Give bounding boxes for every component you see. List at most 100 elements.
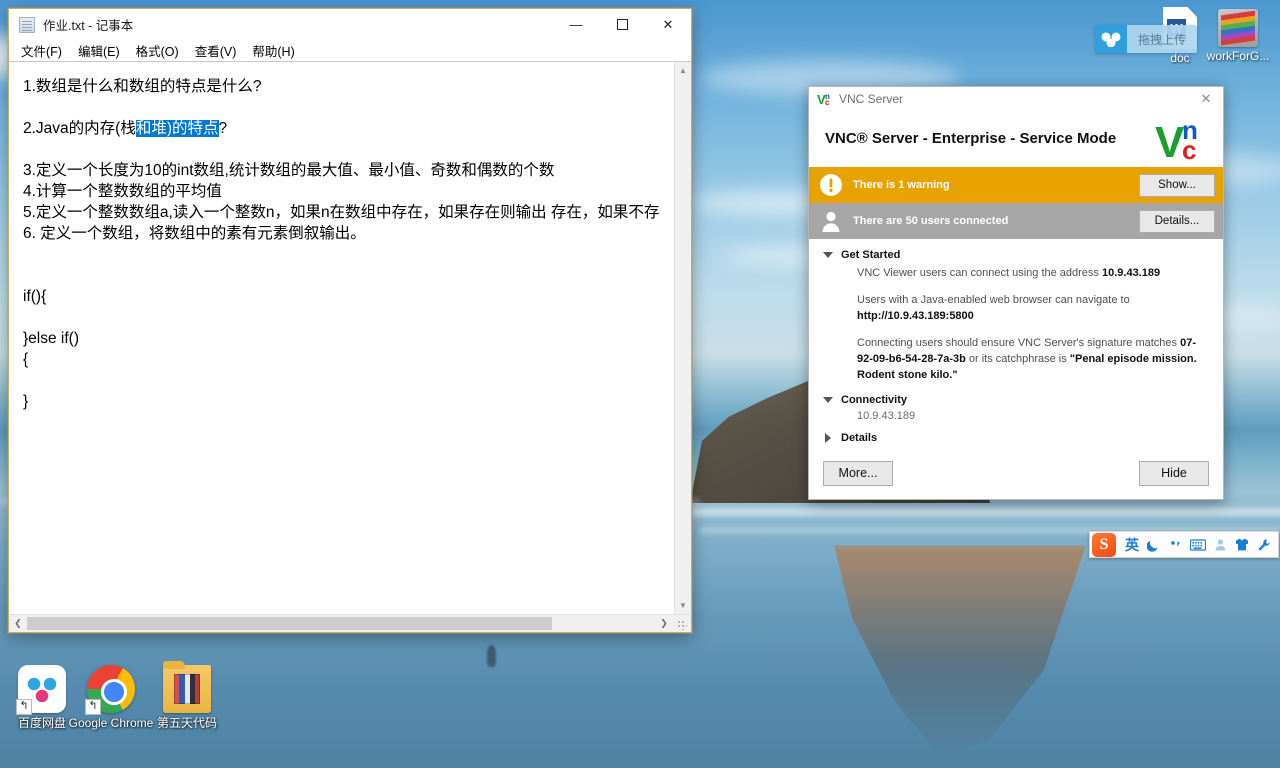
- line-bold: http://10.9.43.189:5800: [857, 310, 974, 322]
- svg-text:c: c: [825, 98, 830, 106]
- text-line: }else if(): [23, 330, 79, 347]
- scroll-right-icon[interactable]: ❯: [655, 615, 673, 632]
- notepad-text-area[interactable]: 1.数组是什么和数组的特点是什么? 2.Java的内存(栈和堆)的特点? 3.定…: [9, 62, 674, 614]
- vnc-section-get-started[interactable]: Get Started: [823, 249, 1209, 261]
- resize-grip[interactable]: [673, 615, 691, 632]
- scroll-left-icon[interactable]: ❮: [9, 615, 27, 632]
- vnc-connectivity-address: 10.9.43.189: [857, 410, 916, 422]
- section-label: Details: [841, 432, 878, 444]
- user-icon[interactable]: [1209, 533, 1231, 557]
- language-mode-icon[interactable]: 英: [1121, 533, 1143, 557]
- vnc-section-connectivity[interactable]: Connectivity: [823, 394, 1209, 406]
- vnc-browser-line: Users with a Java-enabled web browser ca…: [857, 292, 1209, 324]
- baidu-netdisk-icon: ↰: [16, 665, 66, 715]
- upload-widget-label: 拖拽上传: [1138, 32, 1187, 47]
- vnc-address-line: VNC Viewer users can connect using the a…: [857, 265, 1209, 281]
- maximize-button[interactable]: [599, 9, 645, 40]
- vnc-header-title: VNC® Server - Enterprise - Service Mode: [825, 130, 1117, 147]
- toolbox-icon[interactable]: [1253, 533, 1275, 557]
- surf-foam-decoration: [690, 508, 1280, 516]
- folder-icon: [163, 661, 211, 713]
- vnc-section-details[interactable]: Details: [823, 432, 1209, 444]
- svg-text:V: V: [1155, 118, 1185, 161]
- vnc-logo-large-icon: V n c: [1155, 115, 1211, 167]
- desktop-icon-google-chrome[interactable]: ↰ Google Chrome: [68, 665, 154, 730]
- vnc-header: VNC® Server - Enterprise - Service Mode …: [809, 110, 1223, 167]
- google-chrome-icon: ↰: [85, 665, 135, 715]
- vnc-users-bar: There are 50 users connected Details...: [809, 203, 1223, 239]
- desktop-icon-label: 第五天代码: [156, 716, 217, 730]
- vnc-title-bar[interactable]: V n c VNC Server ✕: [809, 87, 1223, 110]
- section-label: Get Started: [841, 249, 901, 261]
- menu-view[interactable]: 查看(V): [195, 40, 245, 61]
- minimize-button[interactable]: —: [553, 9, 599, 40]
- shortcut-arrow-icon: ↰: [16, 699, 32, 715]
- vnc-warning-text: There is 1 warning: [853, 179, 950, 191]
- vertical-scrollbar[interactable]: ▲ ▼: [674, 62, 691, 614]
- sogou-logo-icon[interactable]: S: [1092, 532, 1116, 557]
- menu-file[interactable]: 文件(F): [21, 40, 70, 61]
- hscroll-thumb[interactable]: [27, 617, 552, 630]
- section-label: Connectivity: [841, 394, 908, 406]
- desktop-icon-label: doc: [1170, 51, 1190, 65]
- text-line: 5.定义一个整数数组a,读入一个整数n，如果n在数组中存在，如果存在则输出 存在…: [23, 204, 660, 221]
- desktop[interactable]: doc workForG... 拖拽上传 ↰ 百度网盘 ↰ Google Chr…: [0, 0, 1280, 768]
- desktop-icon-label: Google Chrome: [68, 716, 154, 730]
- vnc-signature-line: Connecting users should ensure VNC Serve…: [857, 335, 1209, 383]
- scroll-down-icon[interactable]: ▼: [675, 597, 691, 614]
- sogou-ime-toolbar[interactable]: S 英: [1089, 531, 1279, 558]
- vnc-show-button[interactable]: Show...: [1139, 173, 1215, 197]
- desktop-icon-workforg[interactable]: workForG...: [1206, 4, 1270, 63]
- chevron-down-icon: [823, 397, 833, 403]
- chevron-right-icon: [825, 433, 831, 443]
- soft-keyboard-icon[interactable]: [1187, 533, 1209, 557]
- vnc-details-button[interactable]: Details...: [1139, 209, 1215, 233]
- text-line: 3.定义一个长度为10的int数组,统计数组的最大值、最小值、奇数和偶数的个数: [23, 162, 555, 179]
- text-line-part: ?: [218, 120, 228, 137]
- text-line: {: [23, 351, 29, 368]
- moon-icon[interactable]: [1143, 533, 1165, 557]
- text-line: 4.计算一个整数数组的平均值: [23, 183, 222, 200]
- skin-icon[interactable]: [1231, 533, 1253, 557]
- chevron-down-icon: [823, 252, 833, 258]
- horizontal-scrollbar[interactable]: ❮ ❯: [9, 614, 691, 632]
- winrar-archive-icon: [1218, 9, 1258, 47]
- hscroll-track[interactable]: [27, 615, 655, 632]
- notepad-icon: [19, 16, 35, 33]
- scroll-up-icon[interactable]: ▲: [675, 62, 691, 79]
- notepad-window[interactable]: 作业.txt - 记事本 — ✕ 文件(F) 编辑(E) 格式(O) 查看(V)…: [8, 8, 692, 633]
- selected-text: 和堆)的特点: [135, 120, 219, 137]
- vnc-content: Get Started VNC Viewer users can connect…: [809, 239, 1223, 447]
- vnc-close-button[interactable]: ✕: [1189, 87, 1223, 110]
- vnc-more-button[interactable]: More...: [823, 460, 893, 486]
- text-line: 6. 定义一个数组，将数组中的素有元素倒叙输出。: [23, 225, 366, 242]
- desktop-icon-label: workForG...: [1206, 49, 1270, 63]
- line-text: Connecting users should ensure VNC Serve…: [857, 337, 1181, 349]
- shortcut-arrow-icon: ↰: [85, 699, 101, 715]
- close-button[interactable]: ✕: [645, 9, 691, 40]
- desktop-icon-folder-day5-code[interactable]: 第五天代码: [144, 661, 230, 730]
- svg-text:c: c: [1182, 135, 1196, 161]
- rock-reflection-decoration: [834, 545, 1086, 760]
- text-line-part: 2.Java的内存(栈: [23, 120, 136, 137]
- menu-edit[interactable]: 编辑(E): [78, 40, 128, 61]
- notepad-title-bar[interactable]: 作业.txt - 记事本 — ✕: [9, 9, 691, 40]
- user-person-icon: [819, 209, 843, 233]
- vnc-users-text: There are 50 users connected: [853, 215, 1009, 227]
- vnc-window-title: VNC Server: [839, 91, 904, 106]
- line-text: VNC Viewer users can connect using the a…: [857, 267, 1102, 279]
- text-line: if(){: [23, 288, 47, 305]
- vnc-warning-bar: There is 1 warning Show...: [809, 167, 1223, 203]
- line-text: or its catchphrase is: [965, 353, 1070, 365]
- vnc-hide-button[interactable]: Hide: [1139, 460, 1209, 486]
- baidu-cloud-icon: [1095, 25, 1127, 53]
- baidu-upload-widget[interactable]: 拖拽上传: [1095, 25, 1198, 53]
- warning-exclamation-icon: [819, 173, 843, 197]
- punctuation-icon[interactable]: [1165, 533, 1187, 557]
- notepad-menu-bar[interactable]: 文件(F) 编辑(E) 格式(O) 查看(V) 帮助(H): [9, 40, 691, 61]
- line-bold: 10.9.43.189: [1101, 267, 1161, 279]
- vnc-server-dialog[interactable]: V n c VNC Server ✕ VNC® Server - Enterpr…: [808, 86, 1224, 500]
- vnc-logo-small-icon: V n c: [817, 92, 833, 107]
- menu-help[interactable]: 帮助(H): [252, 40, 302, 61]
- menu-format[interactable]: 格式(O): [136, 40, 187, 61]
